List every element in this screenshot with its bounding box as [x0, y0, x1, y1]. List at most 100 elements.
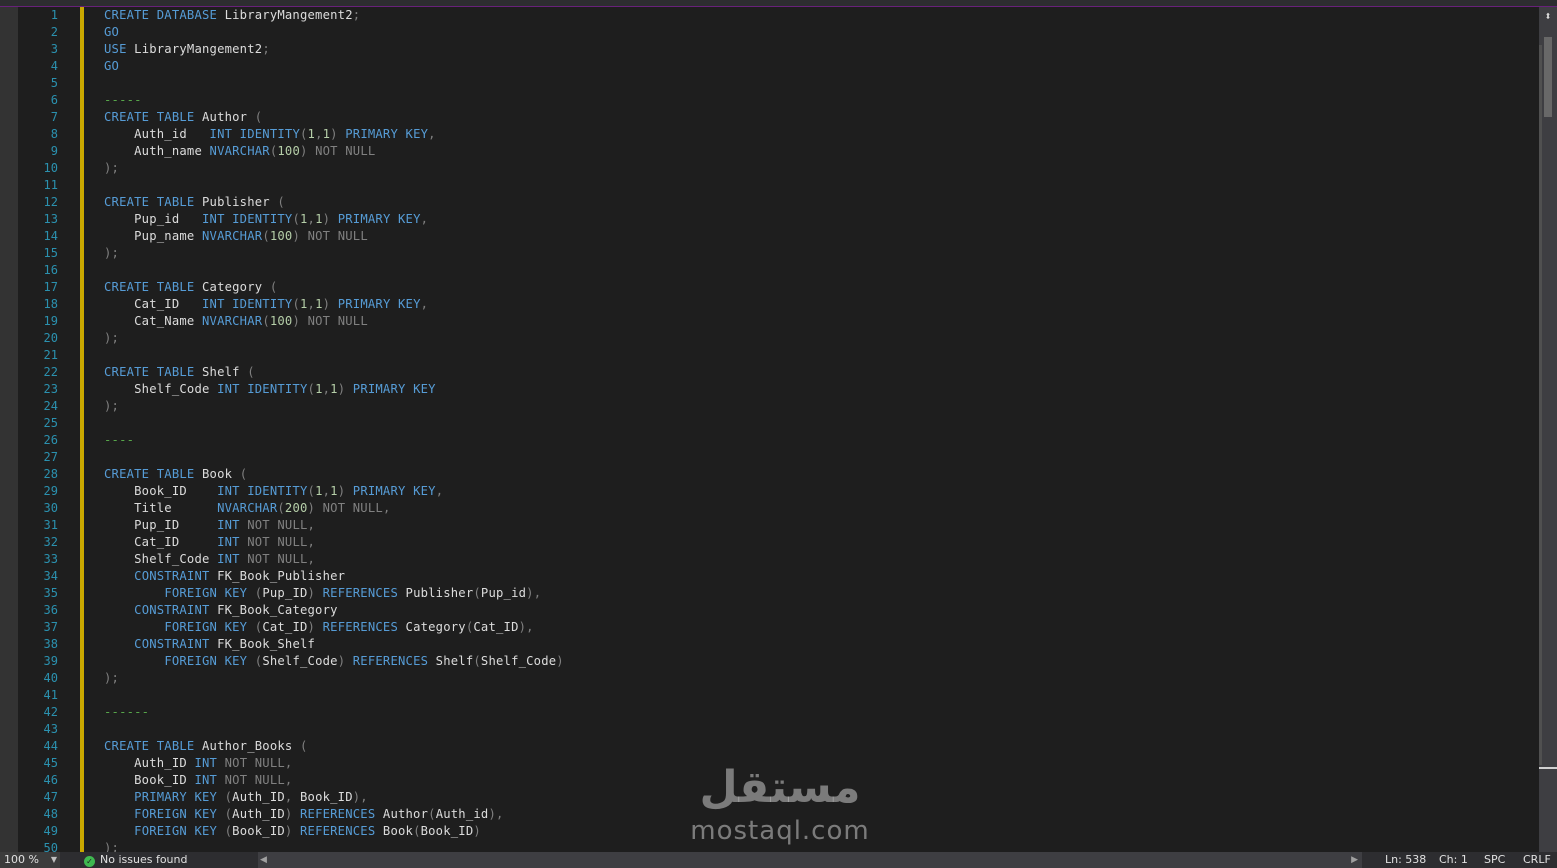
code-token: CREATE TABLE: [104, 195, 195, 209]
code-line[interactable]: 41: [18, 687, 1537, 704]
code-token: INT: [217, 518, 240, 532]
line-number: 47: [43, 790, 58, 804]
code-token: NOT NULL: [322, 501, 383, 515]
code-token: (: [239, 467, 248, 481]
code-token: );: [104, 331, 120, 345]
code-line[interactable]: 6 -----: [18, 92, 1537, 109]
code-line[interactable]: 2 GO: [18, 24, 1537, 41]
code-lines[interactable]: 1 CREATE DATABASE LibraryMangement2; 2 GO 3 U…: [18, 7, 1537, 852]
scroll-right-icon[interactable]: ▶: [1351, 852, 1358, 868]
line-ending-indicator[interactable]: CRLF: [1523, 852, 1551, 868]
code-line[interactable]: 3 USE LibraryMangement2;: [18, 41, 1537, 58]
code-line[interactable]: 14 Pup_name NVARCHAR(100) NOT NULL: [18, 228, 1537, 245]
code-editor[interactable]: 1 CREATE DATABASE LibraryMangement2; 2 GO 3 U…: [0, 7, 1557, 852]
zoom-dropdown[interactable]: 100 % ▼: [0, 852, 60, 868]
code-line[interactable]: 34 CONSTRAINT FK_Book_Publisher: [18, 568, 1537, 585]
code-line[interactable]: 45 Auth_ID INT NOT NULL,: [18, 755, 1537, 772]
code-line[interactable]: 10);: [18, 160, 1537, 177]
code-token: (: [277, 195, 285, 209]
code-line[interactable]: 47 PRIMARY KEY (Auth_ID, Book_ID),: [18, 789, 1537, 806]
code-line[interactable]: 11: [18, 177, 1537, 194]
line-number: 31: [43, 518, 58, 532]
code-token: (: [247, 586, 263, 600]
code-line[interactable]: 23 Shelf_Code INT IDENTITY(1,1) PRIMARY …: [18, 381, 1537, 398]
code-line[interactable]: 17 CREATE TABLE Category (: [18, 279, 1537, 296]
split-window-icon[interactable]: ⬍: [1541, 9, 1555, 23]
code-line[interactable]: 16: [18, 262, 1537, 279]
code-line[interactable]: 31 Pup_ID INT NOT NULL,: [18, 517, 1537, 534]
code-token: FOREIGN KEY: [164, 586, 248, 600]
code-token: CONSTRAINT: [134, 603, 210, 617]
line-number: 9: [50, 144, 58, 158]
code-line[interactable]: 20);: [18, 330, 1537, 347]
code-line[interactable]: 1 CREATE DATABASE LibraryMangement2;: [18, 7, 1537, 24]
scrollbar-thumb[interactable]: [1544, 37, 1552, 117]
code-line[interactable]: 19 Cat_Name NVARCHAR(100) NOT NULL: [18, 313, 1537, 330]
code-line[interactable]: 22 CREATE TABLE Shelf (: [18, 364, 1537, 381]
line-code: CREATE TABLE Book (: [104, 466, 247, 483]
code-line[interactable]: 13 Pup_id INT IDENTITY(1,1) PRIMARY KEY,: [18, 211, 1537, 228]
code-line[interactable]: 43: [18, 721, 1537, 738]
code-line[interactable]: 36 CONSTRAINT FK_Book_Category: [18, 602, 1537, 619]
code-line[interactable]: 38 CONSTRAINT FK_Book_Shelf: [18, 636, 1537, 653]
code-line[interactable]: 4 GO: [18, 58, 1537, 75]
code-line[interactable]: 37 FOREIGN KEY (Cat_ID) REFERENCES Categ…: [18, 619, 1537, 636]
char-indicator[interactable]: Ch: 1: [1439, 852, 1468, 868]
vertical-scrollbar[interactable]: ⬍: [1539, 7, 1557, 852]
code-line[interactable]: 40);: [18, 670, 1537, 687]
code-line[interactable]: 30 Title NVARCHAR(200) NOT NULL,: [18, 500, 1537, 517]
code-token: ): [337, 654, 353, 668]
line-number: 16: [43, 263, 58, 277]
code-line[interactable]: 48 FOREIGN KEY (Auth_ID) REFERENCES Auth…: [18, 806, 1537, 823]
line-number: 1: [50, 8, 58, 22]
code-line[interactable]: 28 CREATE TABLE Book (: [18, 466, 1537, 483]
scroll-left-icon[interactable]: ◀: [260, 852, 267, 868]
line-code: GO: [104, 58, 119, 75]
code-line[interactable]: 12 CREATE TABLE Publisher (: [18, 194, 1537, 211]
code-line[interactable]: 18 Cat_ID INT IDENTITY(1,1) PRIMARY KEY,: [18, 296, 1537, 313]
code-token: INT IDENTITY: [217, 382, 308, 396]
code-line[interactable]: 35 FOREIGN KEY (Pup_ID) REFERENCES Publi…: [18, 585, 1537, 602]
code-line[interactable]: 42 ------: [18, 704, 1537, 721]
code-token: Category: [398, 620, 466, 634]
chevron-down-icon: ▼: [50, 855, 57, 864]
code-line[interactable]: 49 FOREIGN KEY (Book_ID) REFERENCES Book…: [18, 823, 1537, 840]
line-code: Auth_id INT IDENTITY(1,1) PRIMARY KEY,: [104, 126, 436, 143]
code-token: ),: [518, 620, 534, 634]
line-code: Book_ID INT NOT NULL,: [104, 772, 292, 789]
code-line[interactable]: 25: [18, 415, 1537, 432]
code-line[interactable]: 33 Shelf_Code INT NOT NULL,: [18, 551, 1537, 568]
code-line[interactable]: 26 ----: [18, 432, 1537, 449]
issues-indicator[interactable]: ✓ No issues found: [84, 852, 187, 868]
code-line[interactable]: 24);: [18, 398, 1537, 415]
code-line[interactable]: 21: [18, 347, 1537, 364]
indent-mode-indicator[interactable]: SPC: [1484, 852, 1505, 868]
code-line[interactable]: 9 Auth_name NVARCHAR(100) NOT NULL: [18, 143, 1537, 160]
code-token: NOT NULL: [307, 229, 368, 243]
horizontal-scrollbar[interactable]: ◀ ▶: [258, 852, 1362, 868]
code-token: NOT NULL: [315, 144, 376, 158]
line-indicator[interactable]: Ln: 538: [1385, 852, 1426, 868]
code-line[interactable]: 15);: [18, 245, 1537, 262]
code-line[interactable]: 27: [18, 449, 1537, 466]
code-line[interactable]: 32 Cat_ID INT NOT NULL,: [18, 534, 1537, 551]
code-line[interactable]: 29 Book_ID INT IDENTITY(1, 1) PRIMARY KEY…: [18, 483, 1537, 500]
code-token: ),: [488, 807, 504, 821]
code-token: INT: [194, 756, 218, 770]
line-code: Pup_name NVARCHAR(100) NOT NULL: [104, 228, 368, 245]
code-line[interactable]: 7 CREATE TABLE Author (: [18, 109, 1537, 126]
code-token: Cat_ID: [104, 535, 218, 549]
code-line[interactable]: 44 CREATE TABLE Author_Books (: [18, 738, 1537, 755]
code-token: );: [104, 671, 120, 685]
code-line[interactable]: 46 Book_ID INT NOT NULL,: [18, 772, 1537, 789]
code-line[interactable]: 8 Auth_id INT IDENTITY(1,1) PRIMARY KEY,: [18, 126, 1537, 143]
line-code: Pup_ID INT NOT NULL,: [104, 517, 315, 534]
line-code: ----: [104, 432, 134, 449]
code-line[interactable]: 39 FOREIGN KEY (Shelf_Code) REFERENCES S…: [18, 653, 1537, 670]
code-line[interactable]: 50);: [18, 840, 1537, 852]
code-line[interactable]: 5: [18, 75, 1537, 92]
line-number: 43: [43, 722, 58, 736]
